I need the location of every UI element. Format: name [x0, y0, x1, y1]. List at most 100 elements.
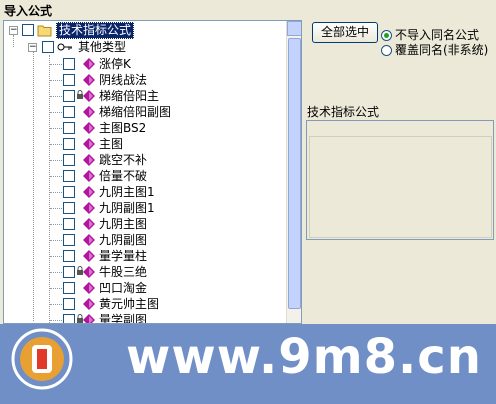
tree-item-label: 跳空不补 [99, 153, 148, 167]
item-checkbox[interactable] [63, 186, 75, 198]
tree-guide-line [50, 176, 62, 177]
item-checkbox[interactable] [63, 250, 75, 262]
formula-icon [83, 170, 97, 184]
tree-item-row[interactable]: 倍量不破 [4, 168, 288, 185]
tree-guide-line [50, 320, 62, 321]
tree-item-row[interactable]: 跳空不补 [4, 152, 288, 169]
key-icon [57, 41, 72, 55]
item-checkbox[interactable] [63, 202, 75, 214]
tree-item-row[interactable]: 牛股三绝 [4, 264, 288, 281]
formula-icon [83, 202, 97, 216]
scroll-up-button[interactable] [287, 21, 301, 36]
root-checkbox[interactable] [22, 24, 34, 36]
tree-item-label: 牛股三绝 [99, 265, 148, 279]
tree-item-label: 九阴副图1 [99, 201, 155, 215]
tree-guide-line [50, 96, 62, 97]
folder-icon [37, 23, 52, 37]
tree-item-label: 凹口淘金 [99, 281, 148, 295]
formula-icon [83, 138, 97, 152]
tree-group-label: 其他类型 [78, 40, 127, 54]
formula-tree[interactable]: − 技术指标公式 − 其他类型 涨停K 阴线战法梯缩倍阳主梯缩倍阳副图 主图BS2 主… [3, 20, 302, 324]
window-title: 导入公式 [0, 0, 496, 18]
info-label: 技术指标公式 [307, 105, 380, 119]
tree-item-row[interactable]: 九阴副图1 [4, 200, 288, 217]
formula-icon [83, 58, 97, 72]
scroll-thumb[interactable] [288, 38, 301, 309]
tree-item-label: 涨停K [99, 57, 131, 71]
tree-item-row[interactable]: 主图BS2 [4, 120, 288, 137]
item-checkbox[interactable] [63, 74, 75, 86]
tree-item-row[interactable]: 九阴主图1 [4, 184, 288, 201]
tree-item-row[interactable]: 阴线战法 [4, 72, 288, 89]
tree-guide-line [50, 288, 62, 289]
tree-item-label: 九阴主图 [99, 217, 148, 231]
item-checkbox[interactable] [63, 298, 75, 310]
radio-icon[interactable] [381, 45, 392, 56]
tree-guide-line [50, 272, 62, 273]
tree-item-row[interactable]: 量学量柱 [4, 248, 288, 265]
tree-guide-line [50, 64, 62, 65]
collapse-toggle-icon[interactable]: − [28, 43, 37, 52]
formula-icon [83, 282, 97, 296]
item-checkbox[interactable] [63, 282, 75, 294]
tree-item-row[interactable]: 九阴副图 [4, 232, 288, 249]
tree-item-label: 倍量不破 [99, 169, 148, 183]
tree-item-row[interactable]: 涨停K [4, 56, 288, 73]
option-overwrite-same-name[interactable]: 覆盖同名(非系统) [381, 41, 488, 57]
item-checkbox[interactable] [63, 218, 75, 230]
tree-item-row[interactable]: 梯缩倍阳主 [4, 88, 288, 105]
collapse-toggle-icon[interactable]: − [9, 26, 18, 35]
tree-item-label: 阴线战法 [99, 73, 148, 87]
tree-item-row[interactable]: 凹口淘金 [4, 280, 288, 297]
tree-item-label: 梯缩倍阳副图 [99, 105, 172, 119]
tree-guide-line [50, 128, 62, 129]
tree-guide-line [50, 192, 62, 193]
formula-icon [83, 250, 97, 264]
tree-item-label: 量学量柱 [99, 249, 148, 263]
tree-guide-line [50, 256, 62, 257]
option-label: 不导入同名公式 [395, 28, 480, 42]
item-checkbox[interactable] [63, 266, 75, 278]
tree-item-label: 九阴主图1 [99, 185, 155, 199]
tree-vertical-scrollbar[interactable] [286, 21, 301, 323]
item-checkbox[interactable] [63, 170, 75, 182]
item-checkbox[interactable] [63, 90, 75, 102]
tree-guide-line [50, 208, 62, 209]
tree-item-row[interactable]: 量学副图 [4, 312, 288, 324]
tree-item-row[interactable]: 黄元帅主图 [4, 296, 288, 313]
option-skip-same-name[interactable]: 不导入同名公式 [381, 26, 480, 42]
formula-icon [83, 90, 97, 104]
watermark-text: www.9m8.cn [126, 329, 482, 385]
tree-item-row[interactable]: 主图 [4, 136, 288, 153]
tree-item-label: 量学副图 [99, 313, 148, 324]
tree-guide-line [50, 144, 62, 145]
item-checkbox[interactable] [63, 106, 75, 118]
tree-item-label: 主图 [99, 137, 124, 151]
tree-guide-line [50, 224, 62, 225]
info-inner-panel [309, 136, 492, 238]
formula-icon [83, 234, 97, 248]
tree-item-label: 梯缩倍阳主 [99, 89, 160, 103]
formula-icon [83, 106, 97, 120]
select-all-button[interactable]: 全部选中 [312, 22, 378, 43]
tree-guide-line [50, 240, 62, 241]
formula-icon [83, 298, 97, 312]
item-checkbox[interactable] [63, 314, 75, 323]
tree-item-row[interactable]: 九阴主图 [4, 216, 288, 233]
radio-selected-icon[interactable] [381, 30, 392, 41]
item-checkbox[interactable] [63, 122, 75, 134]
tree-item-label: 九阴副图 [99, 233, 148, 247]
item-checkbox[interactable] [63, 138, 75, 150]
tree-item-row[interactable]: 梯缩倍阳副图 [4, 104, 288, 121]
item-checkbox[interactable] [63, 154, 75, 166]
group-checkbox[interactable] [42, 41, 54, 53]
item-checkbox[interactable] [63, 234, 75, 246]
formula-icon [83, 314, 97, 323]
item-checkbox[interactable] [63, 58, 75, 70]
tree-guide-line [50, 160, 62, 161]
tree-root-row[interactable]: − 技术指标公式 [4, 22, 288, 39]
tree-group-row[interactable]: − 其他类型 [4, 39, 288, 56]
formula-icon [83, 74, 97, 88]
tree-guide-line [50, 304, 62, 305]
tree-item-label: 黄元帅主图 [99, 297, 160, 311]
